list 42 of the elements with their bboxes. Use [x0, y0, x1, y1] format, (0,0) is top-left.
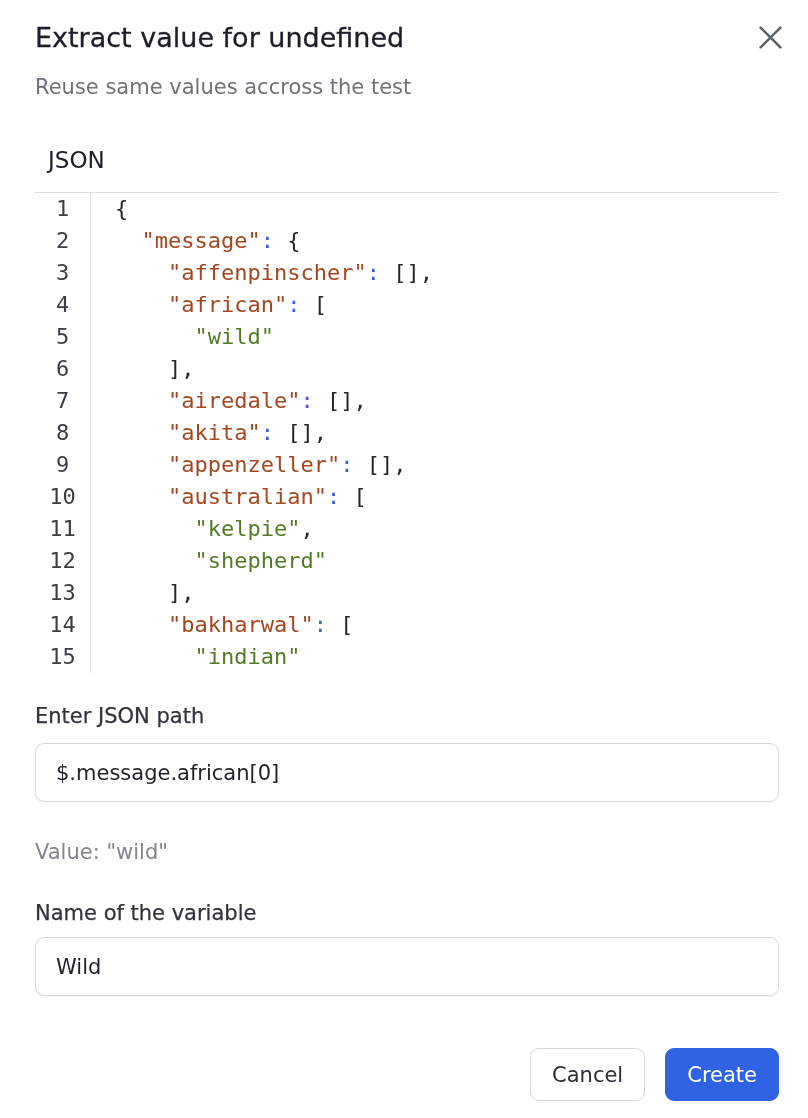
- dialog-title: Extract value for undefined: [35, 21, 405, 55]
- line-number: 8: [55, 419, 70, 447]
- line-number: 14: [49, 611, 76, 639]
- code-line: "akita": [],: [167, 419, 327, 447]
- editor-label: JSON: [48, 146, 105, 174]
- close-button[interactable]: [759, 26, 782, 49]
- code-line: "appenzeller": [],: [167, 451, 407, 479]
- line-number: 2: [55, 227, 70, 255]
- code-line: "airedale": [],: [167, 387, 367, 415]
- line-number: 4: [55, 291, 70, 319]
- line-number: 7: [55, 387, 70, 415]
- code-line: {: [115, 195, 129, 223]
- line-number: 3: [55, 259, 70, 287]
- code-line: "kelpie",: [194, 515, 314, 543]
- line-number: 15: [49, 643, 76, 671]
- cancel-button[interactable]: Cancel: [530, 1048, 646, 1101]
- dialog-subtitle: Reuse same values accross the test: [35, 74, 412, 101]
- field-label: Enter JSON path: [35, 703, 205, 730]
- code-line: "indian": [194, 643, 301, 671]
- code-line: "bakharwal": [: [167, 611, 354, 639]
- code-line: ],: [167, 579, 195, 607]
- code-line: "shepherd": [194, 547, 327, 575]
- line-number: 6: [55, 355, 70, 383]
- line-number: 5: [55, 323, 70, 351]
- code-line: "message": {: [141, 227, 301, 255]
- code-line: ],: [167, 355, 195, 383]
- create-button[interactable]: Create: [665, 1048, 779, 1101]
- code-line: "wild": [194, 323, 274, 351]
- line-number: 13: [49, 579, 76, 607]
- code-line: "affenpinscher": [],: [167, 259, 433, 287]
- variable-name-field[interactable]: Wild: [35, 937, 779, 996]
- code-line: "african": [: [167, 291, 327, 319]
- json-path-field[interactable]: $.message.african[0]: [35, 743, 779, 802]
- line-number: 11: [49, 515, 76, 543]
- code-line: "australian": [: [167, 483, 367, 511]
- line-number: 1: [55, 195, 70, 223]
- close-icon: [759, 26, 782, 49]
- value-preview: Value: "wild": [35, 839, 168, 866]
- field-label: Name of the variable: [35, 900, 257, 927]
- line-number: 9: [55, 451, 70, 479]
- line-number: 10: [49, 483, 76, 511]
- line-number: 12: [49, 547, 76, 575]
